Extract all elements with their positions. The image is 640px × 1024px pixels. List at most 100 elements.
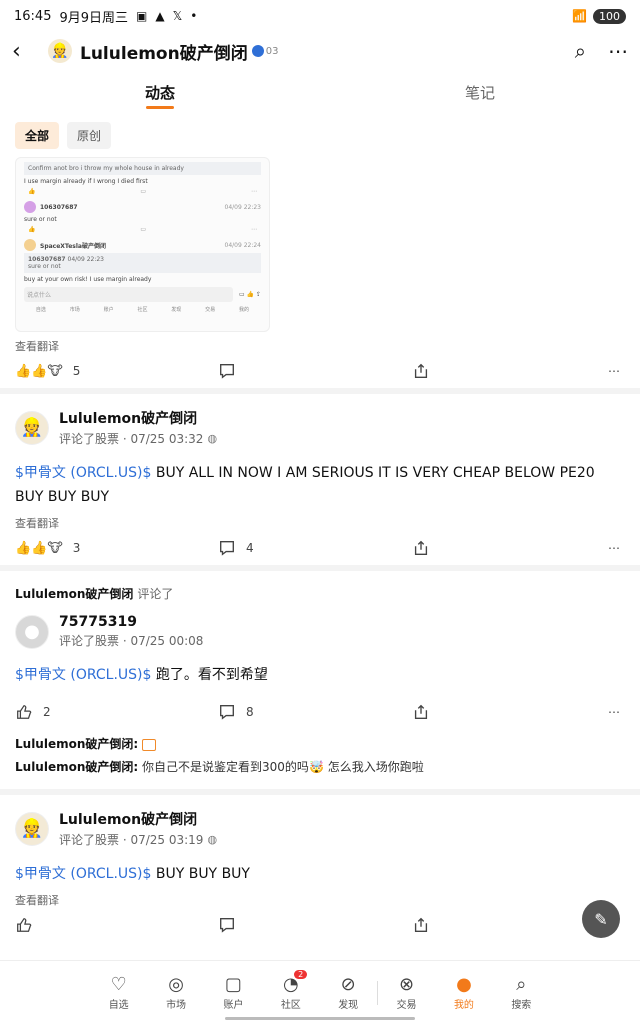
more-icon[interactable]: ⋯ xyxy=(608,39,628,63)
shot-line: I use margin already if I wrong I died f… xyxy=(24,178,148,185)
reaction-icons: 👍👍🐮 xyxy=(15,540,63,556)
filter-chips: 全部 原创 xyxy=(0,114,640,157)
profile-icon: ● xyxy=(456,974,472,995)
like-button[interactable] xyxy=(15,916,33,934)
warning-icon: ▲ xyxy=(155,9,165,23)
post-actions: 👍👍🐮 5 ⋯ xyxy=(0,354,640,388)
shot-nav: 自选 市场 账户 社区 发现 交易 我的 xyxy=(35,307,249,313)
stock-tag[interactable]: $甲骨文 (ORCL.US)$ xyxy=(15,866,151,882)
tab-notes[interactable]: 笔记 xyxy=(320,82,640,103)
share-button[interactable] xyxy=(412,362,430,380)
post-body: $甲骨文 (ORCL.US)$ 跑了。看不到希望 xyxy=(15,667,268,683)
avatar[interactable]: 👷 xyxy=(15,410,49,445)
post-actions xyxy=(0,908,640,942)
shot-quote: Confirm anot bro i throw my whole house … xyxy=(24,162,261,175)
pencil-icon: ✎ xyxy=(594,909,608,929)
emoji-icon: 🤯 xyxy=(308,760,324,774)
nav-account[interactable]: ▢ 账户 xyxy=(205,974,262,1011)
top-header: ‹ 👷 Lululemon破产倒闭 03 ⌕ ⋯ xyxy=(0,32,640,70)
reply-item[interactable]: Lululemon破产倒闭: 你自己不是说鉴定看到300的吗🤯 怎么我入场你跑啦 xyxy=(0,758,640,775)
more-icon[interactable]: ⋯ xyxy=(608,364,620,378)
compose-button[interactable]: ✎ xyxy=(582,900,620,938)
reply-item[interactable]: Lululemon破产倒闭: xyxy=(0,735,640,752)
nav-discover[interactable]: ⊘ 发现 xyxy=(320,974,377,1011)
community-icon: ◔ xyxy=(282,974,299,995)
like-button[interactable]: 👍👍🐮 3 xyxy=(15,541,80,556)
nav-community[interactable]: ◔ 2 社区 xyxy=(262,970,319,1011)
post-body: $甲骨文 (ORCL.US)$ BUY BUY BUY xyxy=(15,866,250,882)
scan-icon: ▣ xyxy=(136,9,148,23)
notification-badge: 2 xyxy=(294,970,308,979)
post-actions: 👍👍🐮 3 4 ⋯ xyxy=(0,531,640,565)
page-title: Lululemon破产倒闭 xyxy=(80,43,248,64)
nav-trade[interactable]: ⊗ 交易 xyxy=(378,974,435,1011)
battery-indicator: 100 xyxy=(593,8,626,24)
share-icon xyxy=(414,540,428,555)
post-card: ● 75775319 评论了股票 · 07/25 00:08 $甲骨文 (ORC… xyxy=(0,602,640,687)
shot-comment: SpaceXTesla破产倒闭 04/09 22:24 xyxy=(24,239,261,251)
chip-original[interactable]: 原创 xyxy=(67,122,112,149)
translate-link[interactable]: 查看翻译 xyxy=(0,515,640,531)
comment-button[interactable] xyxy=(218,916,236,934)
planet-icon: ◎ xyxy=(168,974,184,995)
trade-icon: ⊗ xyxy=(399,974,415,995)
home-indicator[interactable] xyxy=(225,1017,415,1020)
tab-bar: 动态 笔记 xyxy=(0,70,640,114)
post-author[interactable]: 👷 Lululemon破产倒闭 评论了股票 · 07/25 03:19 ◍ xyxy=(15,809,625,848)
back-icon[interactable]: ‹ xyxy=(12,39,42,64)
shot-comment: 106307687 04/09 22:23 xyxy=(24,201,261,213)
avatar[interactable]: ● xyxy=(15,614,49,649)
translate-link[interactable]: 查看翻译 xyxy=(0,338,640,354)
search-icon[interactable]: ⌕ xyxy=(575,39,586,63)
tab-activity[interactable]: 动态 xyxy=(0,82,320,109)
nav-search[interactable]: ⌕ 搜索 xyxy=(493,974,550,1011)
stock-tag[interactable]: $甲骨文 (ORCL.US)$ xyxy=(15,465,151,481)
author-name[interactable]: 75775319 xyxy=(59,614,203,630)
avatar[interactable]: 👷 xyxy=(15,811,49,846)
status-time: 16:45 xyxy=(14,8,52,24)
post-meta: 评论了股票 · 07/25 00:08 xyxy=(59,634,204,648)
globe-icon: ◍ xyxy=(207,833,218,846)
wallet-icon: ▢ xyxy=(224,974,242,995)
status-date: 9月9日周三 xyxy=(59,10,129,26)
share-icon xyxy=(414,704,428,719)
share-button[interactable] xyxy=(412,916,430,934)
more-icon[interactable]: ⋯ xyxy=(608,541,620,555)
like-button[interactable]: 2 xyxy=(15,703,51,721)
page: 16:45 9月9日周三 ▣ ▲ 𝕏 • 📶 100 ‹ 👷 Lululemon… xyxy=(0,0,640,1024)
globe-icon: ◍ xyxy=(207,432,218,445)
nav-me[interactable]: ● 我的 xyxy=(435,974,492,1011)
like-button[interactable]: 👍👍🐮 5 xyxy=(15,364,80,379)
post-meta: 评论了股票 · 07/25 03:32 ◍ xyxy=(59,432,218,446)
more-icon[interactable]: ⋯ xyxy=(608,705,620,719)
stock-tag[interactable]: $甲骨文 (ORCL.US)$ xyxy=(15,667,151,683)
comment-icon xyxy=(220,705,234,720)
x-app-icon: 𝕏 xyxy=(172,9,183,23)
post-body: $甲骨文 (ORCL.US)$ BUY ALL IN NOW I AM SERI… xyxy=(15,465,595,505)
shot-avatar xyxy=(24,201,36,213)
post-author[interactable]: ● 75775319 评论了股票 · 07/25 00:08 xyxy=(15,614,625,649)
comment-button[interactable]: 8 xyxy=(218,703,254,721)
comment-icon xyxy=(220,364,234,379)
nav-watchlist[interactable]: ♡ 自选 xyxy=(90,974,147,1011)
dot-icon: • xyxy=(190,9,198,23)
comment-button[interactable]: 4 xyxy=(218,539,254,557)
share-icon xyxy=(414,917,428,932)
wifi-icon: 📶 xyxy=(572,9,587,23)
nav-market[interactable]: ◎ 市场 xyxy=(147,974,204,1011)
comment-button[interactable] xyxy=(218,362,236,380)
post-card: 👷 Lululemon破产倒闭 评论了股票 · 07/25 03:32 ◍ $甲… xyxy=(0,394,640,509)
header-avatar[interactable]: 👷 xyxy=(48,39,72,63)
status-bar: 16:45 9月9日周三 ▣ ▲ 𝕏 • 📶 100 xyxy=(0,0,640,32)
author-name[interactable]: Lululemon破产倒闭 xyxy=(59,809,217,829)
shot-quote: 106307687 04/09 22:23 sure or not xyxy=(24,253,261,273)
post-image[interactable]: Confirm anot bro i throw my whole house … xyxy=(15,157,270,332)
post-author[interactable]: 👷 Lululemon破产倒闭 评论了股票 · 07/25 03:32 ◍ xyxy=(15,408,625,447)
share-button[interactable] xyxy=(412,539,430,557)
share-button[interactable] xyxy=(412,703,430,721)
post-card: 👷 Lululemon破产倒闭 评论了股票 · 07/25 03:19 ◍ $甲… xyxy=(0,795,640,886)
chip-all[interactable]: 全部 xyxy=(15,122,60,149)
heart-icon: ♡ xyxy=(110,974,127,995)
translate-link[interactable]: 查看翻译 xyxy=(0,892,640,908)
author-name[interactable]: Lululemon破产倒闭 xyxy=(59,408,217,428)
